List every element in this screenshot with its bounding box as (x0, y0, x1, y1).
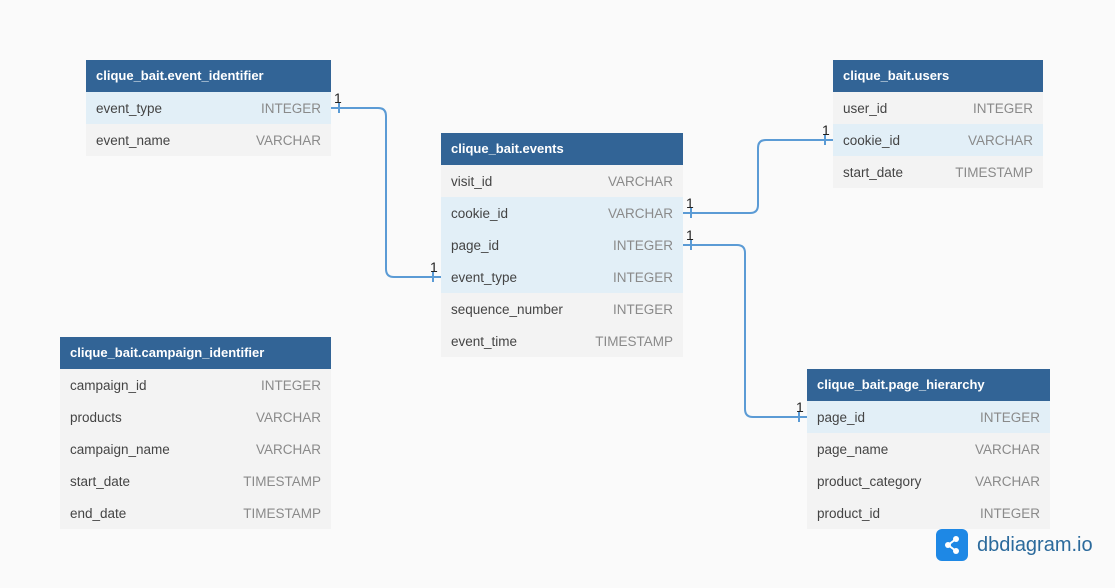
field-row[interactable]: user_id INTEGER (833, 92, 1043, 124)
cardinality-label: 1 (822, 122, 830, 138)
field-type: TIMESTAMP (243, 505, 321, 521)
field-name: products (70, 409, 122, 425)
field-name: event_name (96, 132, 171, 148)
field-type: VARCHAR (255, 441, 321, 457)
cardinality-label: 1 (796, 399, 804, 415)
field-name: user_id (843, 100, 888, 116)
field-type: INTEGER (979, 409, 1040, 425)
table-users[interactable]: clique_bait.users user_id INTEGER cookie_id… (833, 60, 1043, 188)
field-type: VARCHAR (607, 205, 673, 221)
table-header[interactable]: clique_bait.event_identifier (86, 60, 331, 92)
field-name: campaign_name (70, 441, 170, 457)
field-type: INTEGER (972, 100, 1033, 116)
field-row[interactable]: page_id INTEGER (441, 229, 683, 261)
field-type: VARCHAR (974, 473, 1040, 489)
table-header[interactable]: clique_bait.users (833, 60, 1043, 92)
brand[interactable]: dbdiagram.io (936, 529, 1093, 561)
field-name: product_id (817, 505, 881, 521)
field-row[interactable]: start_date TIMESTAMP (833, 156, 1043, 188)
field-name: cookie_id (843, 132, 901, 148)
field-type: INTEGER (612, 301, 673, 317)
cardinality-label: 1 (686, 195, 694, 211)
table-events[interactable]: clique_bait.events visit_id VARCHAR cookie_… (441, 133, 683, 357)
field-row[interactable]: product_id INTEGER (807, 497, 1050, 529)
table-header[interactable]: clique_bait.page_hierarchy (807, 369, 1050, 401)
field-row[interactable]: end_date TIMESTAMP (60, 497, 331, 529)
field-name: event_type (451, 269, 518, 285)
field-name: start_date (843, 164, 904, 180)
relationship-line[interactable] (331, 107, 441, 278)
field-row[interactable]: campaign_id INTEGER (60, 369, 331, 401)
field-name: event_time (451, 333, 518, 349)
field-name: start_date (70, 473, 131, 489)
table-event-identifier[interactable]: clique_bait.event_identifier event_type IN… (86, 60, 331, 156)
field-name: page_id (451, 237, 500, 253)
field-row[interactable]: event_type INTEGER (86, 92, 331, 124)
field-type: INTEGER (260, 377, 321, 393)
field-row[interactable]: sequence_number INTEGER (441, 293, 683, 325)
field-type: TIMESTAMP (243, 473, 321, 489)
field-name: cookie_id (451, 205, 509, 221)
field-name: page_name (817, 441, 889, 457)
field-name: product_category (817, 473, 922, 489)
table-campaign-identifier[interactable]: clique_bait.campaign_identifier campaign_… (60, 337, 331, 529)
field-type: INTEGER (612, 269, 673, 285)
field-type: VARCHAR (255, 132, 321, 148)
field-row[interactable]: start_date TIMESTAMP (60, 465, 331, 497)
brand-name: dbdiagram.io (977, 533, 1093, 556)
field-row[interactable]: page_id INTEGER (807, 401, 1050, 433)
field-name: visit_id (451, 173, 493, 189)
diagram-canvas[interactable]: 111111 clique_bait.event_identifier event… (0, 0, 1115, 588)
cardinality-label: 1 (334, 90, 342, 106)
field-name: end_date (70, 505, 127, 521)
relationship-line[interactable] (683, 244, 807, 418)
field-row[interactable]: cookie_id VARCHAR (833, 124, 1043, 156)
field-type: INTEGER (260, 100, 321, 116)
field-type: VARCHAR (967, 132, 1033, 148)
field-row[interactable]: campaign_name VARCHAR (60, 433, 331, 465)
cardinality-label: 1 (430, 259, 438, 275)
field-name: event_type (96, 100, 163, 116)
field-row[interactable]: cookie_id VARCHAR (441, 197, 683, 229)
cardinality-label: 1 (686, 227, 694, 243)
field-type: TIMESTAMP (955, 164, 1033, 180)
share-nodes-icon (936, 529, 968, 561)
field-row[interactable]: visit_id VARCHAR (441, 165, 683, 197)
field-type: TIMESTAMP (595, 333, 673, 349)
field-row[interactable]: event_name VARCHAR (86, 124, 331, 156)
field-row[interactable]: page_name VARCHAR (807, 433, 1050, 465)
field-row[interactable]: event_time TIMESTAMP (441, 325, 683, 357)
field-name: campaign_id (70, 377, 147, 393)
field-row[interactable]: products VARCHAR (60, 401, 331, 433)
field-row[interactable]: product_category VARCHAR (807, 465, 1050, 497)
field-type: INTEGER (979, 505, 1040, 521)
field-type: VARCHAR (974, 441, 1040, 457)
table-page-hierarchy[interactable]: clique_bait.page_hierarchy page_id INTEGER… (807, 369, 1050, 529)
field-name: sequence_number (451, 301, 563, 317)
table-header[interactable]: clique_bait.events (441, 133, 683, 165)
field-row[interactable]: event_type INTEGER (441, 261, 683, 293)
field-type: INTEGER (612, 237, 673, 253)
table-header[interactable]: clique_bait.campaign_identifier (60, 337, 331, 369)
field-name: page_id (817, 409, 866, 425)
relationship-line[interactable] (683, 139, 833, 214)
field-type: VARCHAR (607, 173, 673, 189)
field-type: VARCHAR (255, 409, 321, 425)
